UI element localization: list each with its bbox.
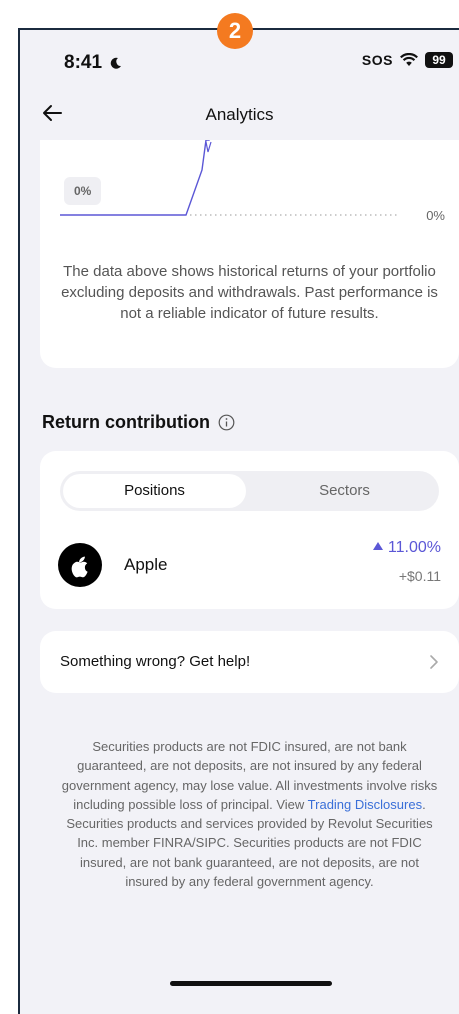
- legal-text-3: Securities products and services provide…: [66, 816, 433, 890]
- status-icons: SOS 99: [362, 52, 453, 68]
- returns-chart: [60, 140, 400, 216]
- step-badge: 2: [217, 13, 253, 49]
- return-contribution-card: Positions Sectors Apple 11.00% +$0.11: [40, 451, 459, 609]
- returns-line-spike: [205, 141, 212, 153]
- home-indicator[interactable]: [170, 981, 332, 986]
- get-help-button[interactable]: Something wrong? Get help!: [40, 631, 459, 693]
- tab-positions[interactable]: Positions: [63, 474, 246, 508]
- legal-disclaimer: Securities products are not FDIC insured…: [60, 737, 439, 891]
- legal-text-2: .: [422, 796, 426, 812]
- time-text: 8:41: [64, 52, 103, 73]
- end-percent-label: 0%: [426, 208, 445, 223]
- position-change-percent: 11.00%: [387, 539, 441, 556]
- nav-bar: Analytics: [20, 92, 459, 136]
- position-name: Apple: [124, 555, 168, 574]
- tab-sectors[interactable]: Sectors: [250, 471, 439, 511]
- section-title: Return contribution: [42, 412, 210, 432]
- chart-disclaimer: The data above shows historical returns …: [61, 263, 438, 322]
- apple-logo-icon: [58, 543, 102, 587]
- battery-indicator: 99: [425, 52, 453, 68]
- moon-icon: [111, 57, 122, 69]
- phone-screen: 8:41 SOS 99 Analytics 0% 0% The data abo…: [18, 28, 459, 1014]
- start-percent-chip: 0%: [64, 177, 102, 205]
- get-help-label: Something wrong? Get help!: [60, 653, 251, 670]
- return-contribution-header: Return contribution: [42, 412, 235, 433]
- position-change-value: +$0.11: [398, 568, 441, 584]
- trading-disclosures-link[interactable]: Trading Disclosures: [308, 797, 422, 812]
- wifi-icon: [400, 53, 418, 66]
- info-icon[interactable]: [218, 414, 235, 431]
- returns-chart-card: 0% 0% The data above shows historical re…: [40, 140, 459, 368]
- segmented-control: Positions Sectors: [60, 471, 439, 511]
- chevron-right-icon: [430, 655, 438, 669]
- sos-indicator: SOS: [361, 52, 393, 68]
- page-title: Analytics: [205, 105, 274, 124]
- position-row-apple[interactable]: Apple 11.00% +$0.11: [40, 529, 459, 593]
- position-change: 11.00%: [373, 539, 441, 557]
- status-time: 8:41: [64, 52, 122, 74]
- triangle-up-icon: [373, 542, 384, 550]
